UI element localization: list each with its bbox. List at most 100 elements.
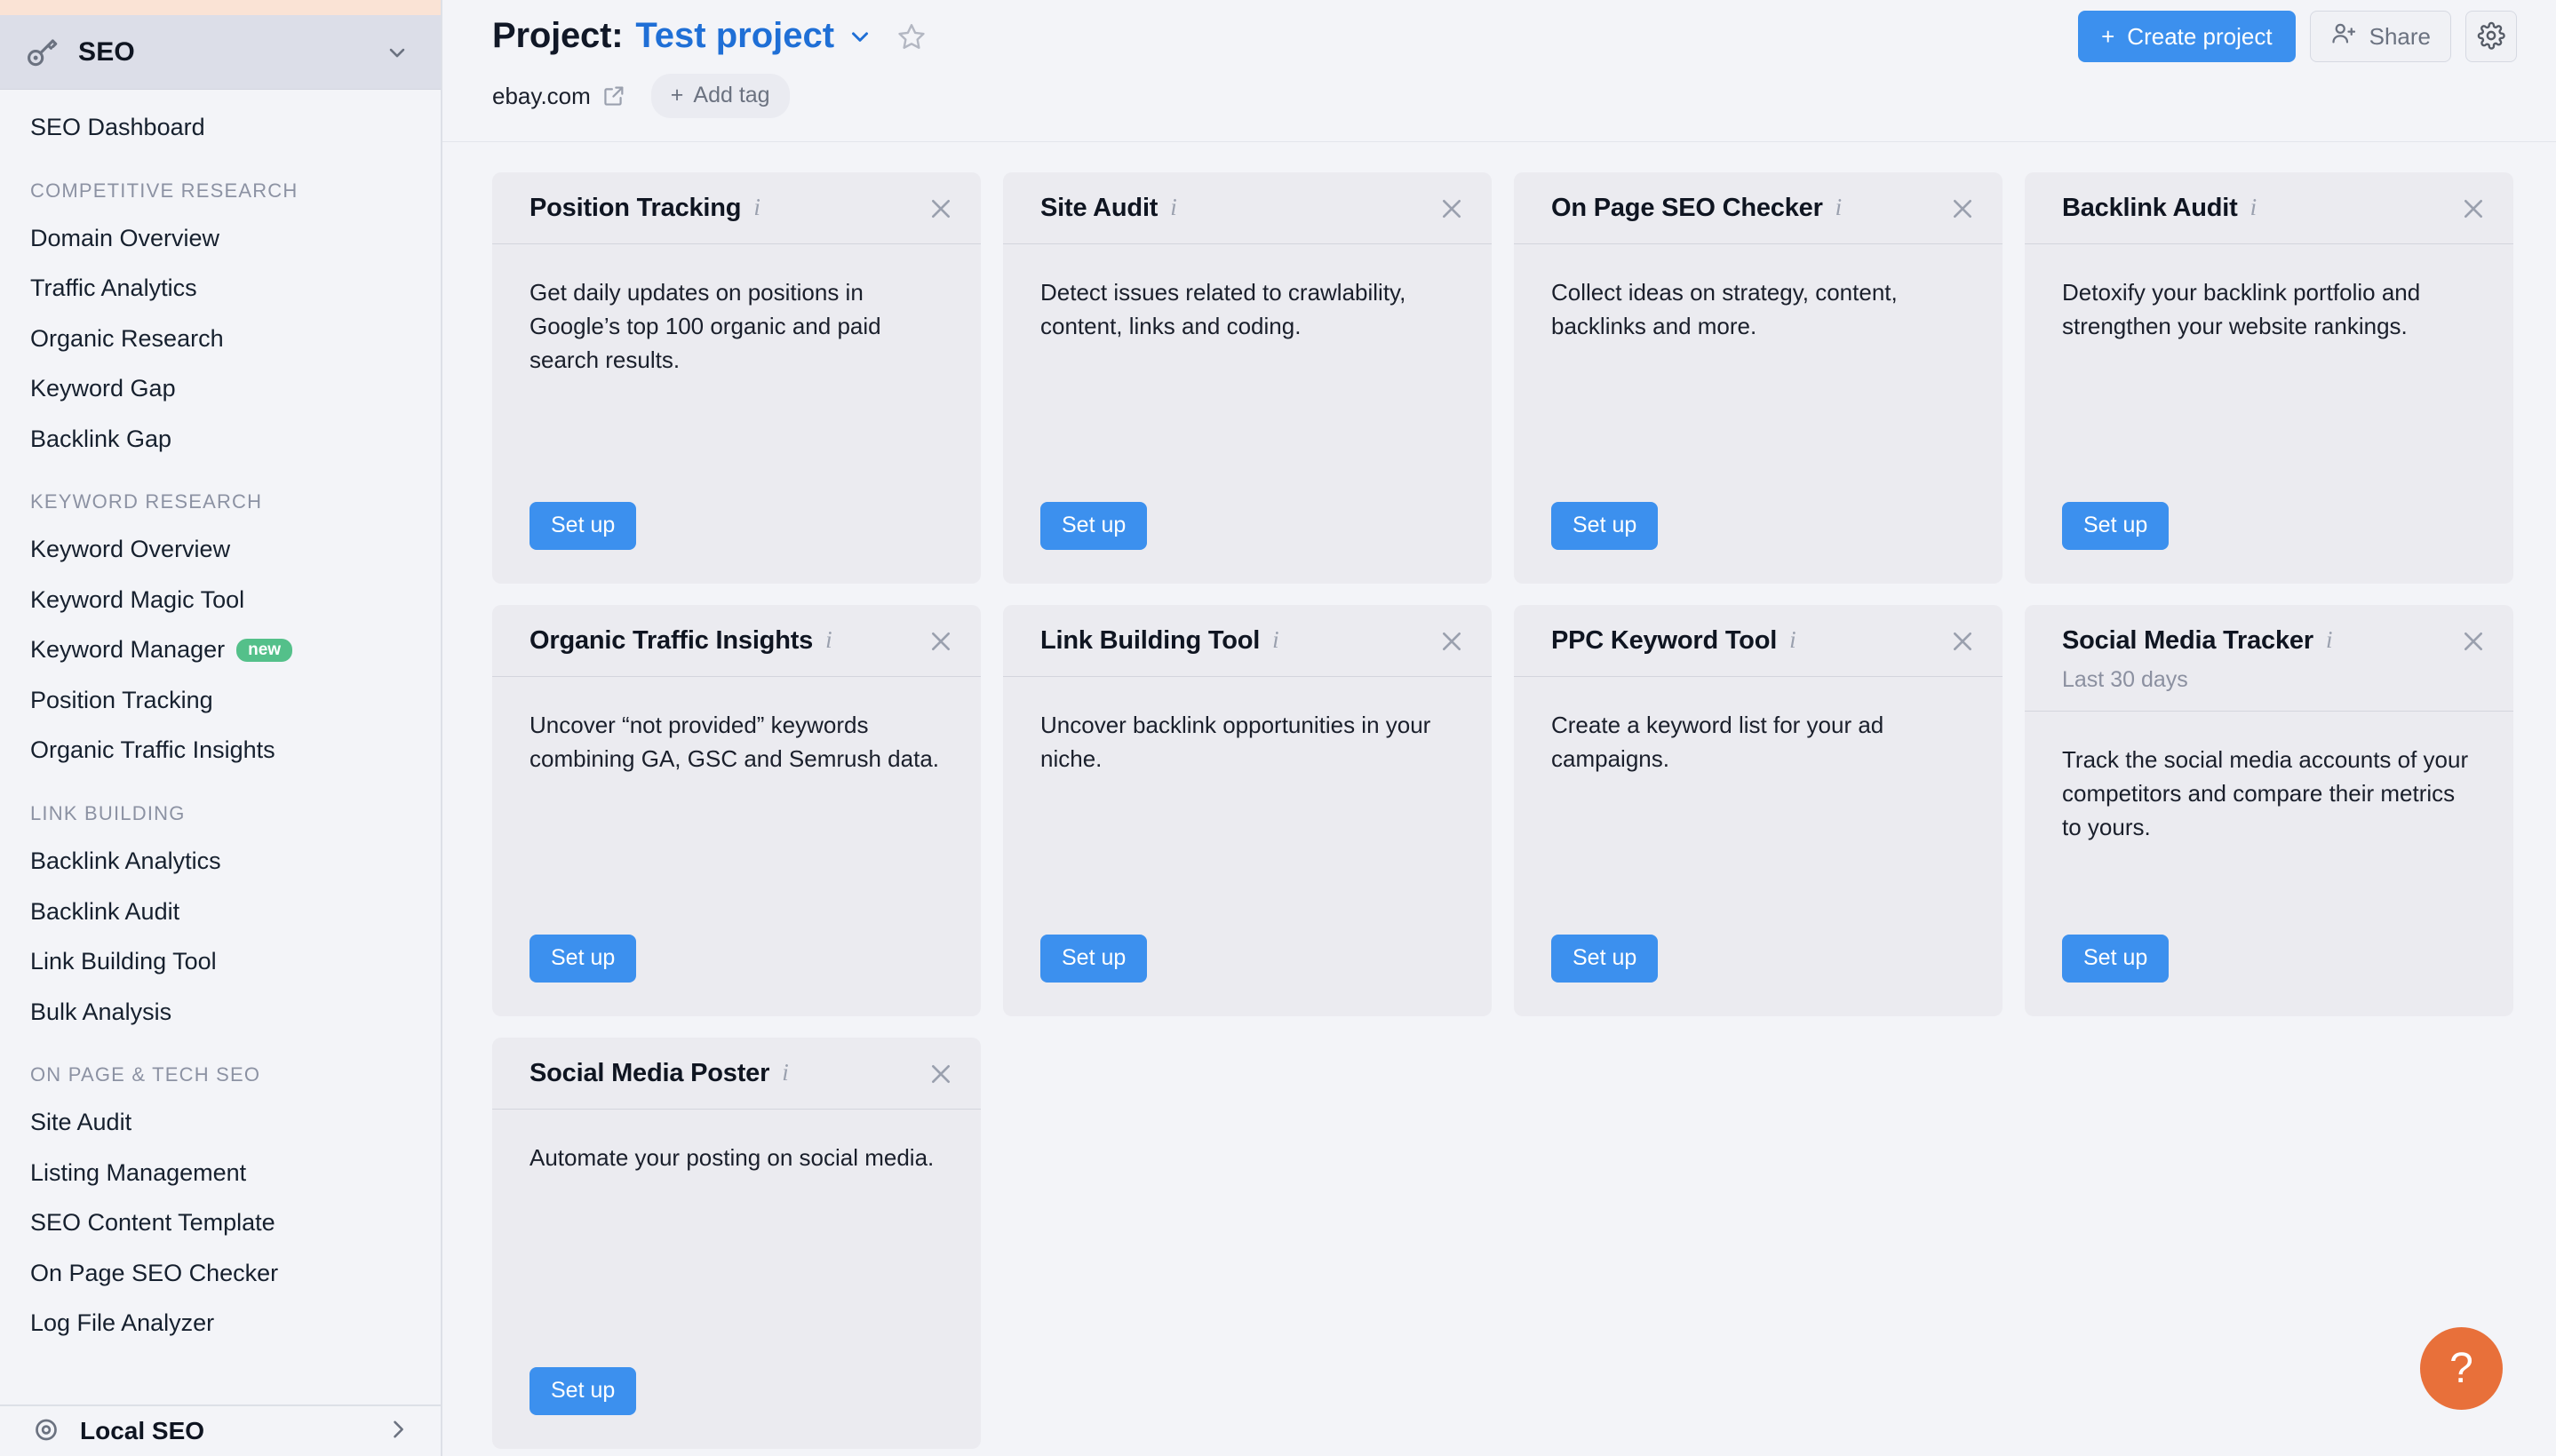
sidebar-item-backlink-audit[interactable]: Backlink Audit: [0, 887, 441, 937]
info-icon[interactable]: i: [825, 626, 832, 654]
sidebar-item-organic-traffic-insights[interactable]: Organic Traffic Insights: [0, 725, 441, 776]
sidebar-item-bulk-analysis[interactable]: Bulk Analysis: [0, 987, 441, 1038]
close-icon[interactable]: [926, 626, 956, 656]
card-header-texts: Social Media Poster i: [530, 1057, 926, 1091]
sidebar-group-label: ON PAGE & TECH SEO: [30, 1063, 261, 1086]
sidebar-item-label: Backlink Gap: [30, 425, 172, 452]
card-description: Get daily updates on positions in Google…: [530, 278, 881, 373]
tool-card-grid: Position Tracking i Get daily updates on p…: [442, 142, 2556, 1449]
close-icon[interactable]: [926, 1059, 956, 1089]
close-icon[interactable]: [2458, 194, 2488, 224]
set-up-button[interactable]: Set up: [530, 502, 637, 550]
card-header-texts: Social Media Tracker i Last 30 days: [2062, 625, 2458, 693]
star-icon[interactable]: [896, 21, 927, 52]
close-icon[interactable]: [1947, 194, 1978, 224]
card-body: Get daily updates on positions in Google…: [492, 244, 981, 584]
sidebar-item-local-seo[interactable]: Local SEO: [0, 1404, 441, 1456]
add-tag-button[interactable]: + Add tag: [650, 74, 790, 118]
card-header: Link Building Tool i: [1003, 605, 1492, 677]
sidebar-group-label: LINK BUILDING: [30, 802, 186, 825]
sidebar-item-keyword-manager[interactable]: Keyword Manager new: [0, 625, 441, 675]
sidebar-item-seo-dashboard[interactable]: SEO Dashboard: [0, 102, 441, 153]
sidebar-item-label: Bulk Analysis: [30, 998, 172, 1025]
set-up-button[interactable]: Set up: [1040, 935, 1148, 983]
sidebar-item-backlink-gap[interactable]: Backlink Gap: [0, 414, 441, 465]
card-description: Uncover “not provided” keywords combinin…: [530, 711, 940, 772]
sidebar-item-position-tracking[interactable]: Position Tracking: [0, 675, 441, 726]
new-badge: new: [236, 638, 293, 662]
sidebar-item-label: Position Tracking: [30, 686, 213, 713]
set-up-button[interactable]: Set up: [530, 935, 637, 983]
card-body: Collect ideas on strategy, content, back…: [1514, 244, 2003, 584]
info-icon[interactable]: i: [1835, 194, 1843, 221]
card-header-texts: On Page SEO Checker i: [1551, 192, 1947, 226]
main-content: Project: Test project ebay.com + Add tag…: [442, 0, 2556, 1456]
sidebar-item-domain-overview[interactable]: Domain Overview: [0, 213, 441, 264]
info-icon[interactable]: i: [2250, 194, 2257, 221]
chevron-down-icon[interactable]: [847, 23, 873, 50]
card-header: Organic Traffic Insights i: [492, 605, 981, 677]
close-icon[interactable]: [926, 194, 956, 224]
info-icon[interactable]: i: [1170, 194, 1177, 221]
sidebar-item-site-audit[interactable]: Site Audit: [0, 1097, 441, 1148]
plus-icon: +: [2101, 22, 2115, 50]
sidebar-item-backlink-analytics[interactable]: Backlink Analytics: [0, 836, 441, 887]
card-description: Create a keyword list for your ad campai…: [1551, 711, 1884, 772]
info-icon[interactable]: i: [753, 194, 760, 221]
close-icon[interactable]: [1437, 194, 1467, 224]
project-name-link[interactable]: Test project: [635, 16, 834, 56]
set-up-button[interactable]: Set up: [2062, 935, 2170, 983]
card-header: Social Media Poster i: [492, 1038, 981, 1110]
sidebar-item-on-page-seo-checker[interactable]: On Page SEO Checker: [0, 1248, 441, 1299]
card-header: PPC Keyword Tool i: [1514, 605, 2003, 677]
set-up-button[interactable]: Set up: [1040, 502, 1148, 550]
tool-card: PPC Keyword Tool i Create a keyword list f…: [1514, 605, 2003, 1016]
sidebar-item-label: Keyword Manager: [30, 636, 226, 664]
info-icon[interactable]: i: [1272, 626, 1279, 654]
card-description: Automate your posting on social media.: [530, 1143, 935, 1171]
external-link-icon[interactable]: [601, 84, 626, 108]
card-title: Position Tracking: [530, 194, 742, 222]
close-icon[interactable]: [2458, 626, 2488, 656]
close-icon[interactable]: [1947, 626, 1978, 656]
top-accent-strip: [0, 0, 441, 15]
sidebar-item-label: Local SEO: [80, 1417, 205, 1444]
info-icon[interactable]: i: [782, 1059, 789, 1086]
tool-card: On Page SEO Checker i Collect ideas on str…: [1514, 172, 2003, 584]
sidebar-section-title: SEO: [78, 36, 135, 67]
set-up-button[interactable]: Set up: [1551, 935, 1659, 983]
close-icon[interactable]: [1437, 626, 1467, 656]
card-header: Position Tracking i: [492, 172, 981, 244]
chevron-down-icon[interactable]: [384, 39, 410, 66]
gear-icon: [2477, 21, 2505, 52]
card-header: On Page SEO Checker i: [1514, 172, 2003, 244]
sidebar-item-listing-management[interactable]: Listing Management: [0, 1148, 441, 1198]
sidebar-item-label: Keyword Overview: [30, 536, 231, 563]
card-body: Automate your posting on social media. Se…: [492, 1110, 981, 1449]
sidebar-item-keyword-overview[interactable]: Keyword Overview: [0, 524, 441, 575]
set-up-button[interactable]: Set up: [1551, 502, 1659, 550]
card-description: Detoxify your backlink portfolio and str…: [2062, 278, 2421, 339]
sidebar-item-label: Backlink Audit: [30, 897, 180, 925]
set-up-button[interactable]: Set up: [530, 1367, 637, 1415]
info-icon[interactable]: i: [2326, 626, 2333, 654]
chevron-right-icon: [386, 1417, 410, 1446]
set-up-button[interactable]: Set up: [2062, 502, 2170, 550]
card-title: Social Media Poster: [530, 1059, 770, 1087]
sidebar-item-link-building-tool[interactable]: Link Building Tool: [0, 936, 441, 987]
card-title: Organic Traffic Insights: [530, 626, 814, 655]
settings-button[interactable]: [2465, 11, 2517, 62]
header-actions: + Create project Share: [2078, 11, 2517, 62]
sidebar-item-traffic-analytics[interactable]: Traffic Analytics: [0, 263, 441, 314]
sidebar-item-log-file-analyzer[interactable]: Log File Analyzer: [0, 1298, 441, 1349]
help-button[interactable]: ?: [2420, 1327, 2503, 1410]
sidebar-item-keyword-gap[interactable]: Keyword Gap: [0, 363, 441, 414]
share-button[interactable]: Share: [2309, 11, 2451, 62]
create-project-button[interactable]: + Create project: [2078, 11, 2296, 62]
sidebar-item-organic-research[interactable]: Organic Research: [0, 314, 441, 364]
info-icon[interactable]: i: [1789, 626, 1796, 654]
app-root: SEO SEO Dashboard COMPETITIVE RESEARCH Do…: [0, 0, 2556, 1456]
sidebar-item-seo-content-template[interactable]: SEO Content Template: [0, 1197, 441, 1248]
sidebar-section-header-seo[interactable]: SEO: [0, 15, 441, 90]
sidebar-item-keyword-magic-tool[interactable]: Keyword Magic Tool: [0, 575, 441, 625]
